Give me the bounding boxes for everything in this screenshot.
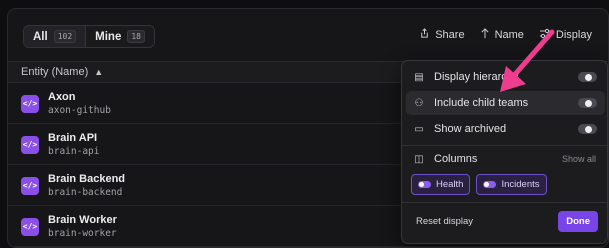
filter-mine-label: Mine: [95, 30, 122, 43]
health-column-chip[interactable]: Health: [411, 174, 471, 195]
entity-name: Brain Worker: [48, 213, 117, 226]
display-hierarchy-toggle[interactable]: [578, 72, 597, 82]
menu-divider: [402, 145, 607, 146]
menu-divider: [402, 202, 607, 203]
incidents-column-chip[interactable]: Incidents: [476, 174, 547, 195]
chip-label: Health: [436, 179, 464, 190]
filter-mine-count: 18: [127, 30, 145, 43]
filter-all-count: 102: [53, 30, 77, 43]
share-button[interactable]: Share: [419, 28, 465, 42]
filter-mine-tab[interactable]: Mine 18: [85, 26, 154, 47]
entity-name: Brain API: [48, 131, 98, 144]
team-icon: ⚇: [414, 97, 424, 109]
code-icon: </>: [21, 135, 39, 154]
toggle-on-icon: [418, 181, 431, 188]
show-archived-toggle[interactable]: [578, 124, 597, 134]
include-child-teams-toggle[interactable]: [578, 98, 597, 108]
sort-ascending-icon: ▲: [94, 67, 104, 77]
menu-item-label: Include child teams: [434, 97, 529, 109]
filter-all-label: All: [33, 30, 48, 43]
columns-icon: ◫: [414, 153, 424, 165]
columns-section-header: ◫ Columns Show all: [406, 147, 605, 171]
menu-item-show-archived[interactable]: ▭ Show archived: [406, 117, 605, 141]
code-icon: </>: [21, 94, 39, 113]
entity-tag: axon-github: [48, 104, 111, 116]
menu-item-label: Show archived: [434, 123, 507, 135]
filter-all-tab[interactable]: All 102: [24, 26, 86, 47]
share-label: Share: [435, 29, 465, 41]
arrow-up-icon: [480, 28, 490, 42]
share-icon: [419, 28, 430, 42]
entity-name-column-header: Entity (Name): [21, 66, 89, 78]
entity-name: Brain Backend: [48, 172, 126, 185]
entity-tag: brain-backend: [48, 186, 123, 198]
chip-label: Incidents: [501, 179, 540, 190]
annotation-arrow-icon: [500, 29, 555, 92]
code-icon: </>: [21, 176, 39, 195]
columns-label: Columns: [434, 153, 478, 165]
show-all-link[interactable]: Show all: [562, 154, 596, 164]
entity-tag: brain-api: [48, 145, 100, 157]
display-label: Display: [555, 29, 592, 41]
reset-display-button[interactable]: Reset display: [416, 216, 473, 227]
entity-tag: brain-worker: [48, 227, 117, 239]
column-chips: Health Incidents: [411, 174, 547, 195]
entity-name: Axon: [48, 90, 76, 103]
code-icon: </>: [21, 217, 39, 236]
archive-icon: ▭: [414, 123, 424, 135]
hierarchy-icon: ▤: [414, 71, 424, 83]
filter-segmented-control: All 102 Mine 18: [23, 25, 155, 48]
toggle-on-icon: [483, 181, 497, 188]
done-button[interactable]: Done: [558, 211, 598, 232]
